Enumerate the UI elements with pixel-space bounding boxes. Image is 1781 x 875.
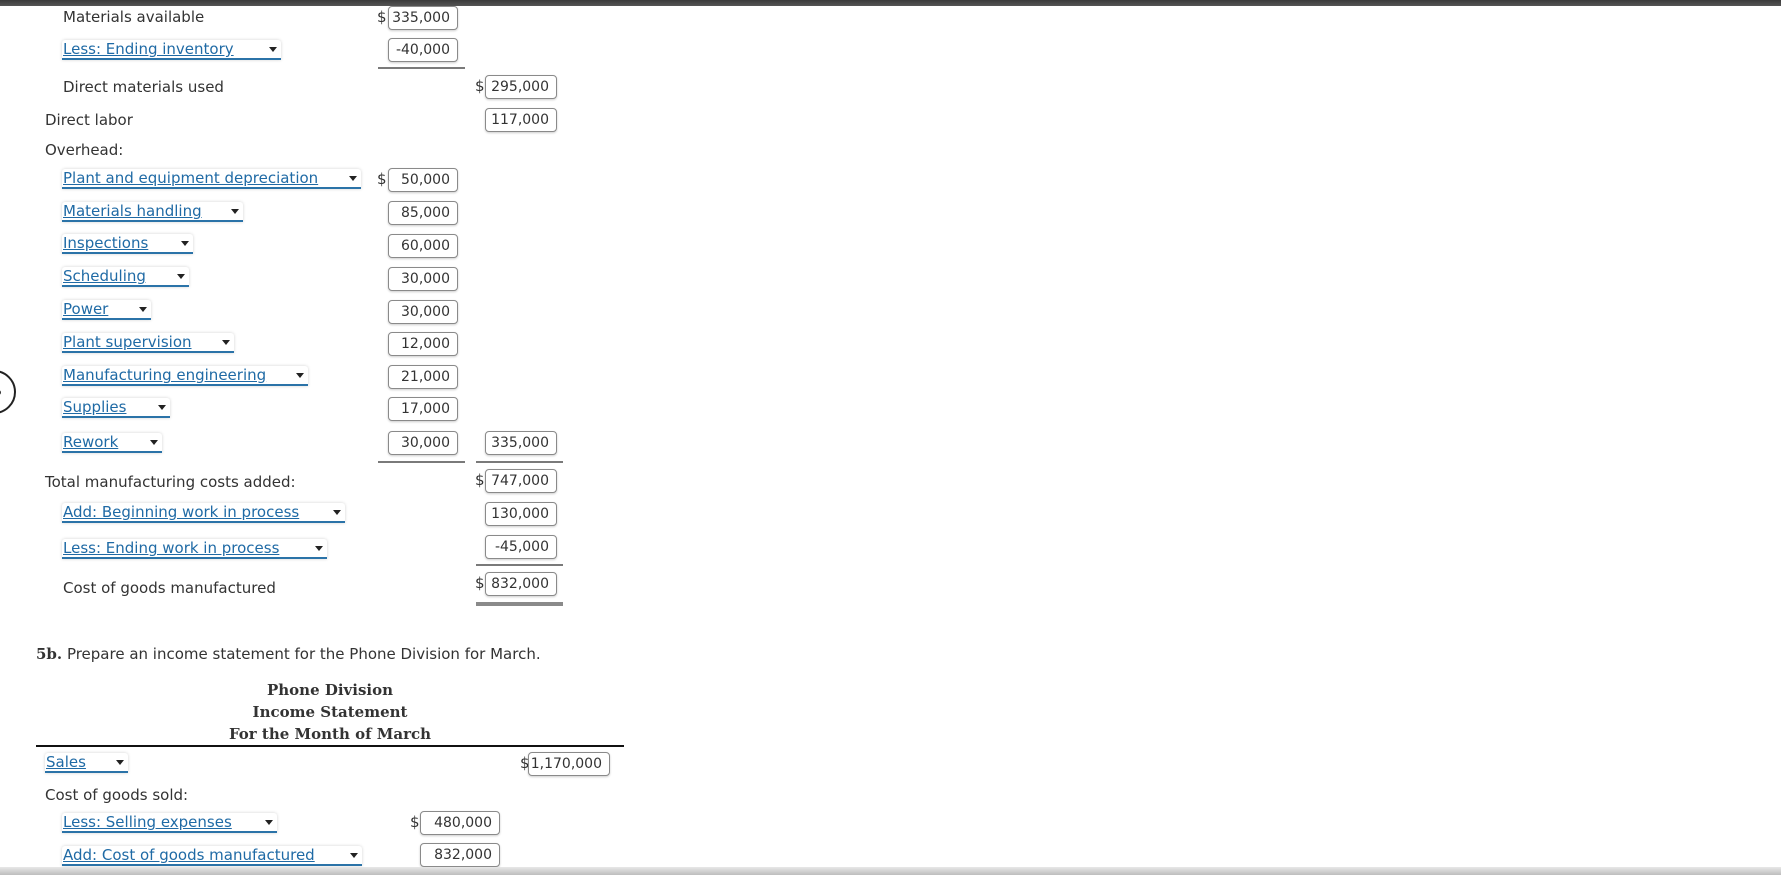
currency-symbol: $ [475, 77, 485, 95]
total-manufacturing-costs-input[interactable]: 747,000 [485, 469, 557, 493]
double-total-rule [476, 602, 563, 606]
overhead-item-dropdown-9[interactable]: Rework [62, 433, 162, 453]
less-ending-wip-dropdown[interactable]: Less: Ending work in process [62, 539, 327, 559]
part-5b-instruction: 5b. Prepare an income statement for the … [36, 645, 541, 663]
overhead-item-input-2[interactable]: 85,000 [388, 201, 458, 225]
caret-down-icon [181, 241, 189, 246]
overhead-item-dropdown-4[interactable]: Scheduling [62, 267, 189, 287]
dropdown-label: Less: Ending inventory [63, 40, 234, 58]
direct-materials-used-label: Direct materials used [63, 78, 224, 96]
selling-expenses-input[interactable]: 480,000 [420, 811, 500, 835]
statement-period: For the Month of March [228, 725, 432, 743]
overhead-item-input-3[interactable]: 60,000 [388, 234, 458, 258]
overhead-item-input-9[interactable]: 30,000 [388, 431, 458, 455]
dropdown-label: Add: Cost of goods manufactured [63, 846, 315, 864]
caret-down-icon [150, 440, 158, 445]
dropdown-label: Add: Beginning work in process [63, 503, 300, 521]
browser-top-bar [0, 0, 1781, 6]
dropdown-label: Plant and equipment depreciation [63, 169, 319, 187]
caret-down-icon [116, 760, 124, 765]
caret-down-icon [177, 274, 185, 279]
overhead-item-dropdown-2[interactable]: Materials handling [62, 202, 243, 222]
caret-down-icon [315, 546, 323, 551]
less-selling-expenses-dropdown[interactable]: Less: Selling expenses [62, 813, 277, 833]
overhead-item-input-8[interactable]: 17,000 [388, 397, 458, 421]
part-number: 5b. [36, 645, 63, 663]
overhead-item-input-1[interactable]: 50,000 [388, 168, 458, 192]
overhead-item-dropdown-8[interactable]: Supplies [62, 398, 170, 418]
caret-down-icon [349, 176, 357, 181]
caret-down-icon [158, 405, 166, 410]
previous-nav-circle-icon[interactable] [0, 370, 16, 414]
dropdown-label: Manufacturing engineering [63, 366, 267, 384]
currency-symbol: $ [475, 471, 485, 489]
subtotal-rule [476, 564, 563, 566]
overhead-total-input[interactable]: 335,000 [485, 431, 557, 455]
caret-down-icon [333, 510, 341, 515]
direct-labor-label: Direct labor [45, 111, 133, 129]
overhead-item-dropdown-3[interactable]: Inspections [62, 234, 193, 254]
overhead-item-dropdown-1[interactable]: Plant and equipment depreciation [62, 169, 361, 189]
currency-symbol: $ [475, 574, 485, 592]
materials-available-input[interactable]: 335,000 [388, 6, 458, 30]
caret-down-icon [139, 307, 147, 312]
caret-down-icon [269, 47, 277, 52]
instruction-text: Prepare an income statement for the Phon… [66, 645, 541, 663]
dropdown-label: Rework [63, 433, 119, 451]
currency-symbol: $ [377, 8, 387, 26]
overhead-item-dropdown-5[interactable]: Power [62, 300, 151, 320]
caret-down-icon [265, 820, 273, 825]
dropdown-label: Power [63, 300, 109, 318]
direct-materials-used-input[interactable]: 295,000 [485, 75, 557, 99]
overhead-item-input-6[interactable]: 12,000 [388, 332, 458, 356]
currency-symbol: $ [410, 813, 420, 831]
ending-wip-input[interactable]: -45,000 [485, 535, 557, 559]
subtotal-rule [378, 461, 465, 463]
header-rule [36, 745, 624, 747]
dropdown-label: Less: Selling expenses [63, 813, 232, 831]
currency-symbol: $ [377, 170, 387, 188]
statement-title: Income Statement [252, 703, 408, 721]
statement-company-name: Phone Division [266, 681, 394, 699]
add-cogm-dropdown[interactable]: Add: Cost of goods manufactured [62, 846, 362, 866]
dropdown-label: Scheduling [63, 267, 146, 285]
caret-down-icon [350, 853, 358, 858]
dropdown-label: Materials handling [63, 202, 202, 220]
overhead-item-input-7[interactable]: 21,000 [388, 365, 458, 389]
overhead-item-dropdown-7[interactable]: Manufacturing engineering [62, 366, 308, 386]
overhead-item-dropdown-6[interactable]: Plant supervision [62, 333, 234, 353]
materials-available-label: Materials available [63, 8, 205, 26]
scroll-shadow-bar [0, 867, 1781, 875]
cost-of-goods-manufactured-label: Cost of goods manufactured [63, 579, 276, 597]
dropdown-label: Less: Ending work in process [63, 539, 280, 557]
beginning-wip-input[interactable]: 130,000 [485, 502, 557, 526]
ending-inventory-input[interactable]: -40,000 [388, 38, 458, 62]
subtotal-rule [378, 67, 465, 69]
dropdown-label: Inspections [63, 234, 149, 252]
sales-input[interactable]: 1,170,000 [528, 752, 610, 776]
dropdown-label: Plant supervision [63, 333, 192, 351]
caret-down-icon [231, 209, 239, 214]
overhead-item-input-4[interactable]: 30,000 [388, 267, 458, 291]
cogm-input[interactable]: 832,000 [420, 843, 500, 867]
cost-of-goods-manufactured-input[interactable]: 832,000 [485, 572, 557, 596]
cost-of-goods-sold-label: Cost of goods sold: [45, 786, 189, 804]
subtotal-rule [476, 461, 563, 463]
dot-icon [0, 390, 1, 395]
add-beginning-wip-dropdown[interactable]: Add: Beginning work in process [62, 503, 345, 523]
overhead-item-input-5[interactable]: 30,000 [388, 300, 458, 324]
dropdown-label: Supplies [63, 398, 127, 416]
total-manufacturing-costs-label: Total manufacturing costs added: [45, 473, 296, 491]
caret-down-icon [222, 340, 230, 345]
sales-dropdown[interactable]: Sales [45, 753, 128, 773]
dropdown-label: Sales [46, 753, 86, 771]
direct-labor-input[interactable]: 117,000 [485, 108, 557, 132]
less-ending-inventory-dropdown[interactable]: Less: Ending inventory [62, 40, 281, 60]
overhead-label: Overhead: [45, 141, 124, 159]
caret-down-icon [296, 373, 304, 378]
